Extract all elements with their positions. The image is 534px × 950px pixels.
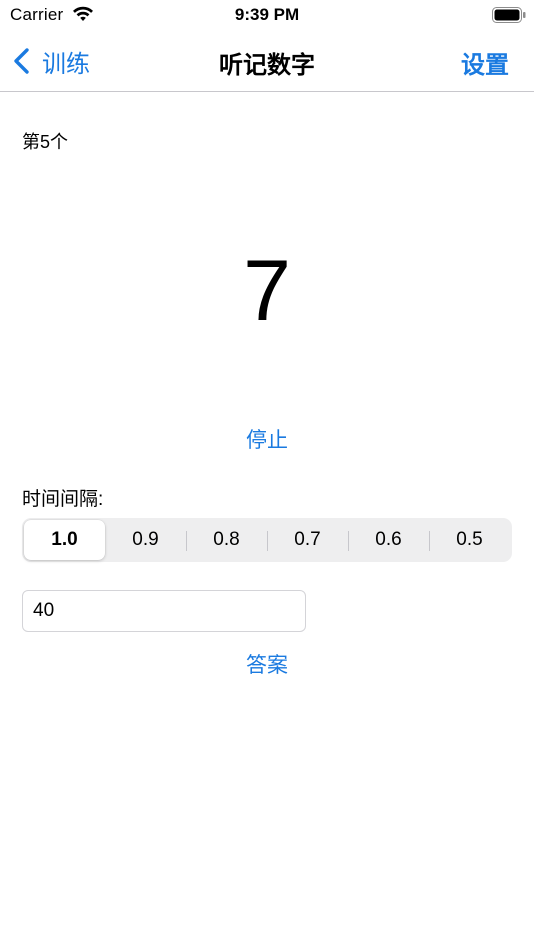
- interval-segmented-control: 1.0 0.9 0.8 0.7 0.6 0.5: [22, 518, 512, 562]
- interval-option-0-8[interactable]: 0.8: [186, 520, 267, 560]
- battery-icon: [492, 7, 526, 23]
- stop-button[interactable]: 停止: [0, 424, 534, 454]
- item-counter: 第5个: [22, 132, 69, 152]
- interval-option-0-7[interactable]: 0.7: [267, 520, 348, 560]
- status-bar: Carrier 9:39 PM: [0, 0, 534, 30]
- interval-option-0-5[interactable]: 0.5: [429, 520, 510, 560]
- status-time: 9:39 PM: [234, 5, 300, 24]
- navigation-bar: 训练 听记数字 设置: [0, 30, 534, 92]
- interval-option-0-9[interactable]: 0.9: [105, 520, 186, 560]
- current-number: 7: [243, 243, 291, 339]
- answer-button[interactable]: 答案: [0, 649, 534, 679]
- interval-option-1-0[interactable]: 1.0: [24, 520, 105, 560]
- interval-option-0-6[interactable]: 0.6: [348, 520, 429, 560]
- interval-label: 时间间隔:: [22, 489, 104, 510]
- page-title: 听记数字: [219, 52, 315, 79]
- answer-input[interactable]: [22, 590, 306, 632]
- settings-button[interactable]: 设置: [461, 45, 509, 80]
